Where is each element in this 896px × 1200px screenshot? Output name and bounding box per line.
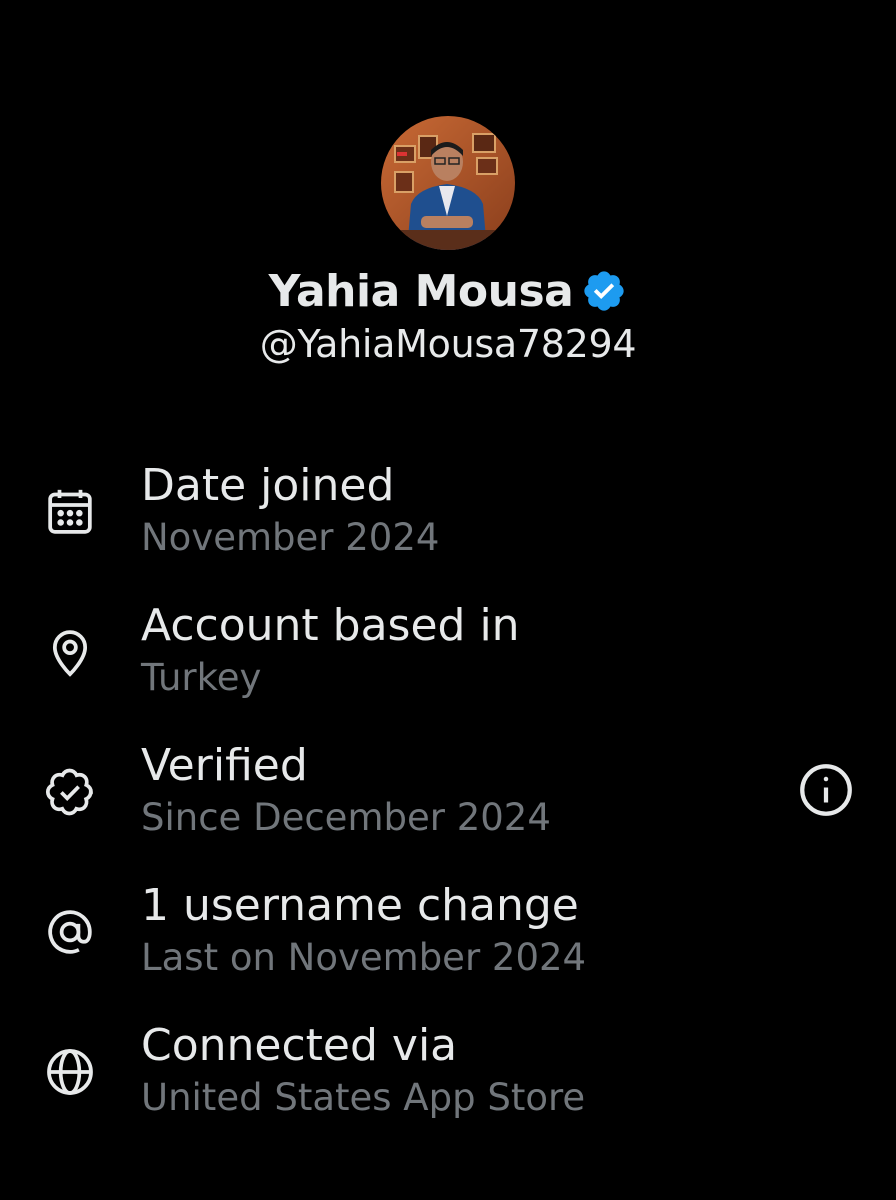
name-row: Yahia Mousa	[269, 260, 628, 322]
info-item-account-location: Account based in Turkey	[0, 592, 896, 732]
info-item-username-changes: 1 username change Last on November 2024	[0, 872, 896, 1012]
display-name: Yahia Mousa	[268, 265, 574, 317]
info-title: Verified	[141, 740, 308, 791]
username-handle: @YahiaMousa78294	[259, 322, 637, 366]
profile-header: Yahia Mousa @YahiaMousa78294	[0, 116, 896, 366]
verified-badge-outline-icon	[45, 768, 93, 816]
info-item-verified: Verified Since December 2024	[0, 732, 896, 872]
info-subtitle: Since December 2024	[141, 796, 551, 839]
info-title: Date joined	[141, 460, 395, 511]
info-icon[interactable]	[796, 760, 856, 820]
calendar-icon	[48, 489, 92, 534]
globe-icon	[47, 1049, 93, 1095]
info-item-connected-via: Connected via United States App Store	[0, 1012, 896, 1152]
info-item-date-joined: Date joined November 2024	[0, 452, 896, 592]
location-pin-icon	[52, 630, 88, 677]
info-subtitle: Last on November 2024	[141, 936, 587, 979]
info-title: 1 username change	[141, 880, 579, 931]
avatar[interactable]	[381, 116, 515, 250]
verified-badge-icon	[584, 271, 624, 311]
info-subtitle: United States App Store	[141, 1076, 586, 1119]
info-subtitle: Turkey	[141, 656, 262, 699]
about-account-list: Date joined November 2024 Account based …	[0, 452, 896, 1152]
info-subtitle: November 2024	[141, 516, 440, 559]
info-title: Connected via	[141, 1020, 458, 1071]
at-sign-icon	[48, 910, 92, 954]
info-title: Account based in	[141, 600, 520, 651]
